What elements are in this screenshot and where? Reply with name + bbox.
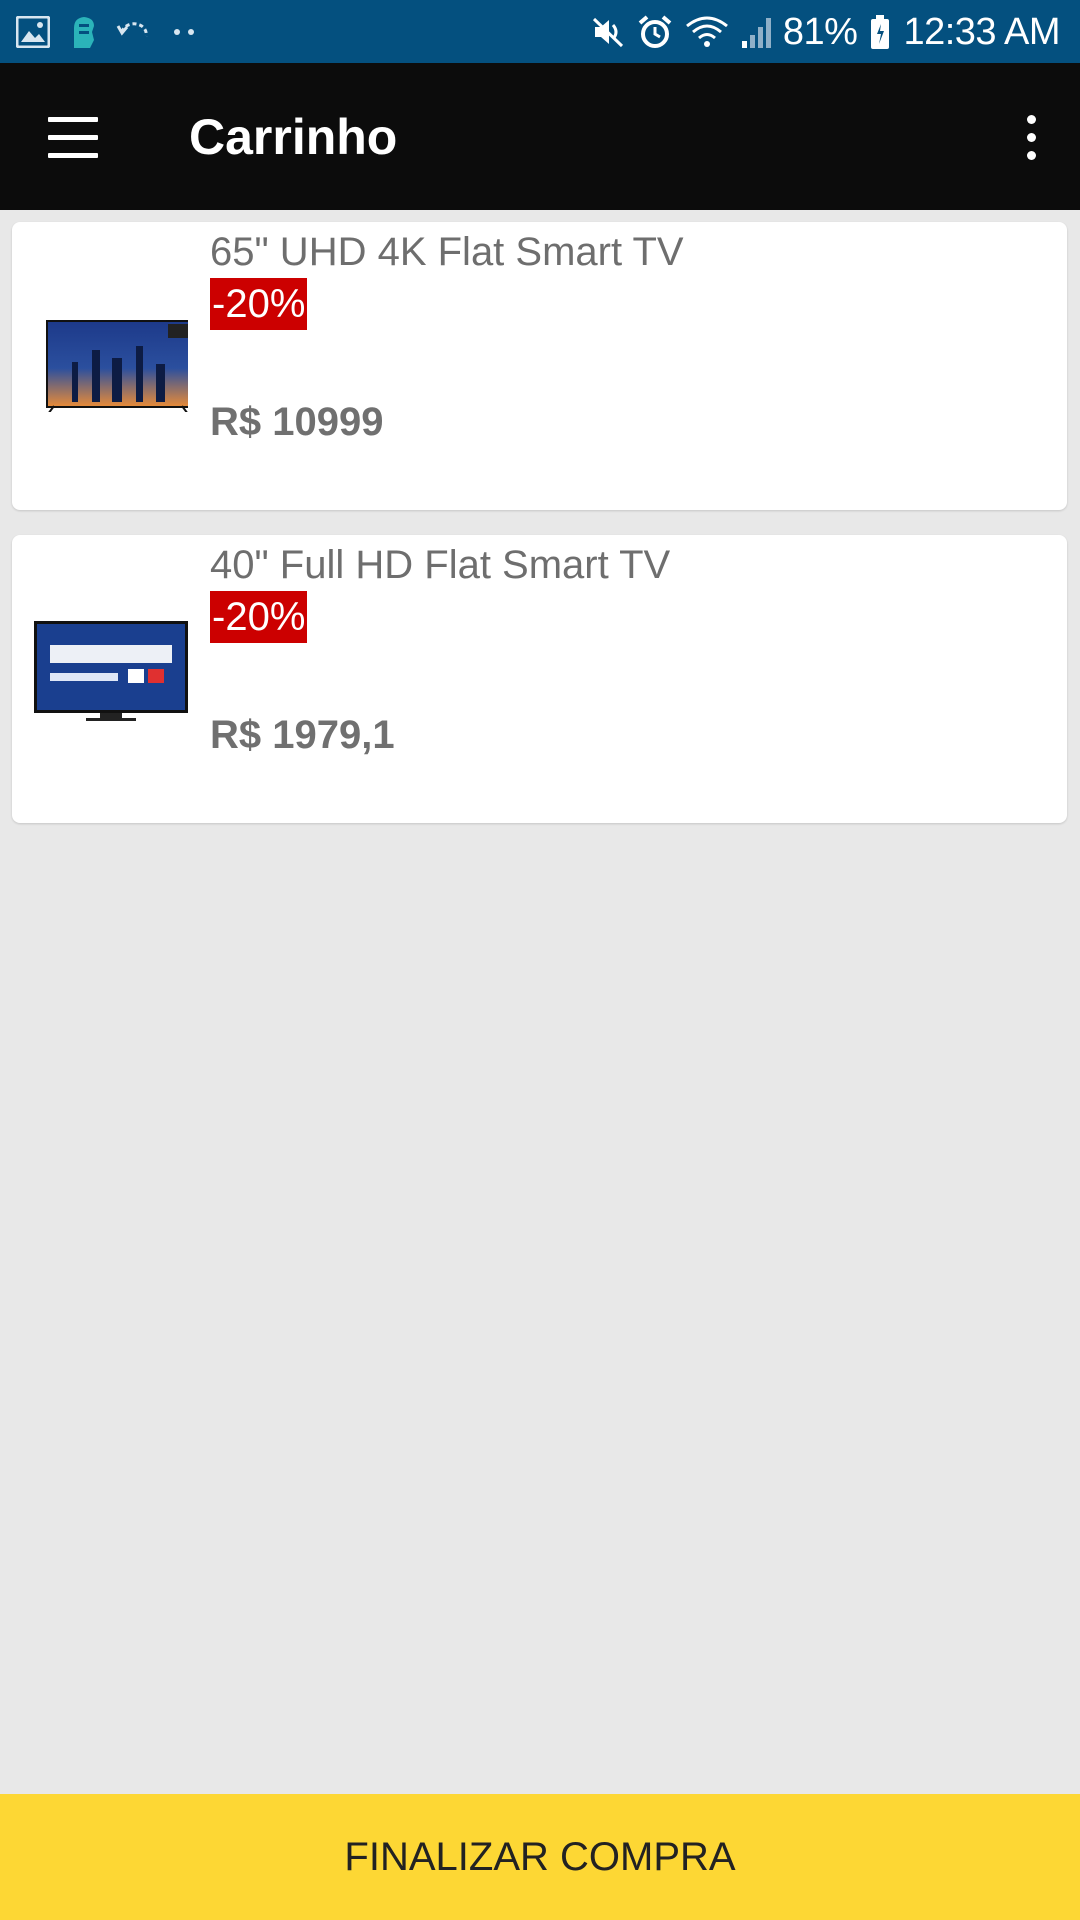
- discount-badge: -20%: [210, 591, 308, 643]
- cart-item[interactable]: 65" UHD 4K Flat Smart TV -20% R$ 10999: [12, 222, 1067, 510]
- app-bar: Carrinho: [0, 63, 1080, 210]
- product-name: 40" Full HD Flat Smart TV: [210, 543, 671, 587]
- battery-percent: 81%: [782, 10, 858, 53]
- sync-icon: [116, 16, 154, 48]
- product-image: [32, 302, 192, 415]
- status-bar-notifications: [16, 12, 196, 52]
- checkout-button[interactable]: FINALIZAR COMPRA: [0, 1794, 1080, 1920]
- status-bar-system: 81% 12:33 AM: [591, 8, 1060, 56]
- product-name: 65" UHD 4K Flat Smart TV: [210, 230, 684, 274]
- gallery-icon: [16, 16, 50, 48]
- product-price: R$ 1979,1: [210, 713, 395, 757]
- page-title: Carrinho: [189, 109, 398, 165]
- cart-item[interactable]: 40" Full HD Flat Smart TV -20% R$ 1979,1: [12, 535, 1067, 823]
- notification-app-icon: [68, 14, 98, 50]
- product-price: R$ 10999: [210, 400, 384, 444]
- cart-list: 65" UHD 4K Flat Smart TV -20% R$ 10999 4…: [12, 222, 1067, 848]
- wifi-icon: [685, 14, 729, 50]
- product-image: [32, 615, 188, 725]
- more-notifications-icon: [172, 27, 196, 37]
- status-bar: 81% 12:33 AM: [0, 0, 1080, 63]
- mute-icon: [591, 15, 625, 49]
- more-vert-icon[interactable]: [1012, 111, 1052, 165]
- hamburger-menu-icon[interactable]: [40, 111, 106, 165]
- discount-badge: -20%: [210, 278, 308, 330]
- alarm-icon: [637, 14, 673, 50]
- status-time: 12:33 AM: [903, 10, 1060, 53]
- signal-icon: [741, 15, 771, 49]
- battery-icon: [869, 14, 891, 50]
